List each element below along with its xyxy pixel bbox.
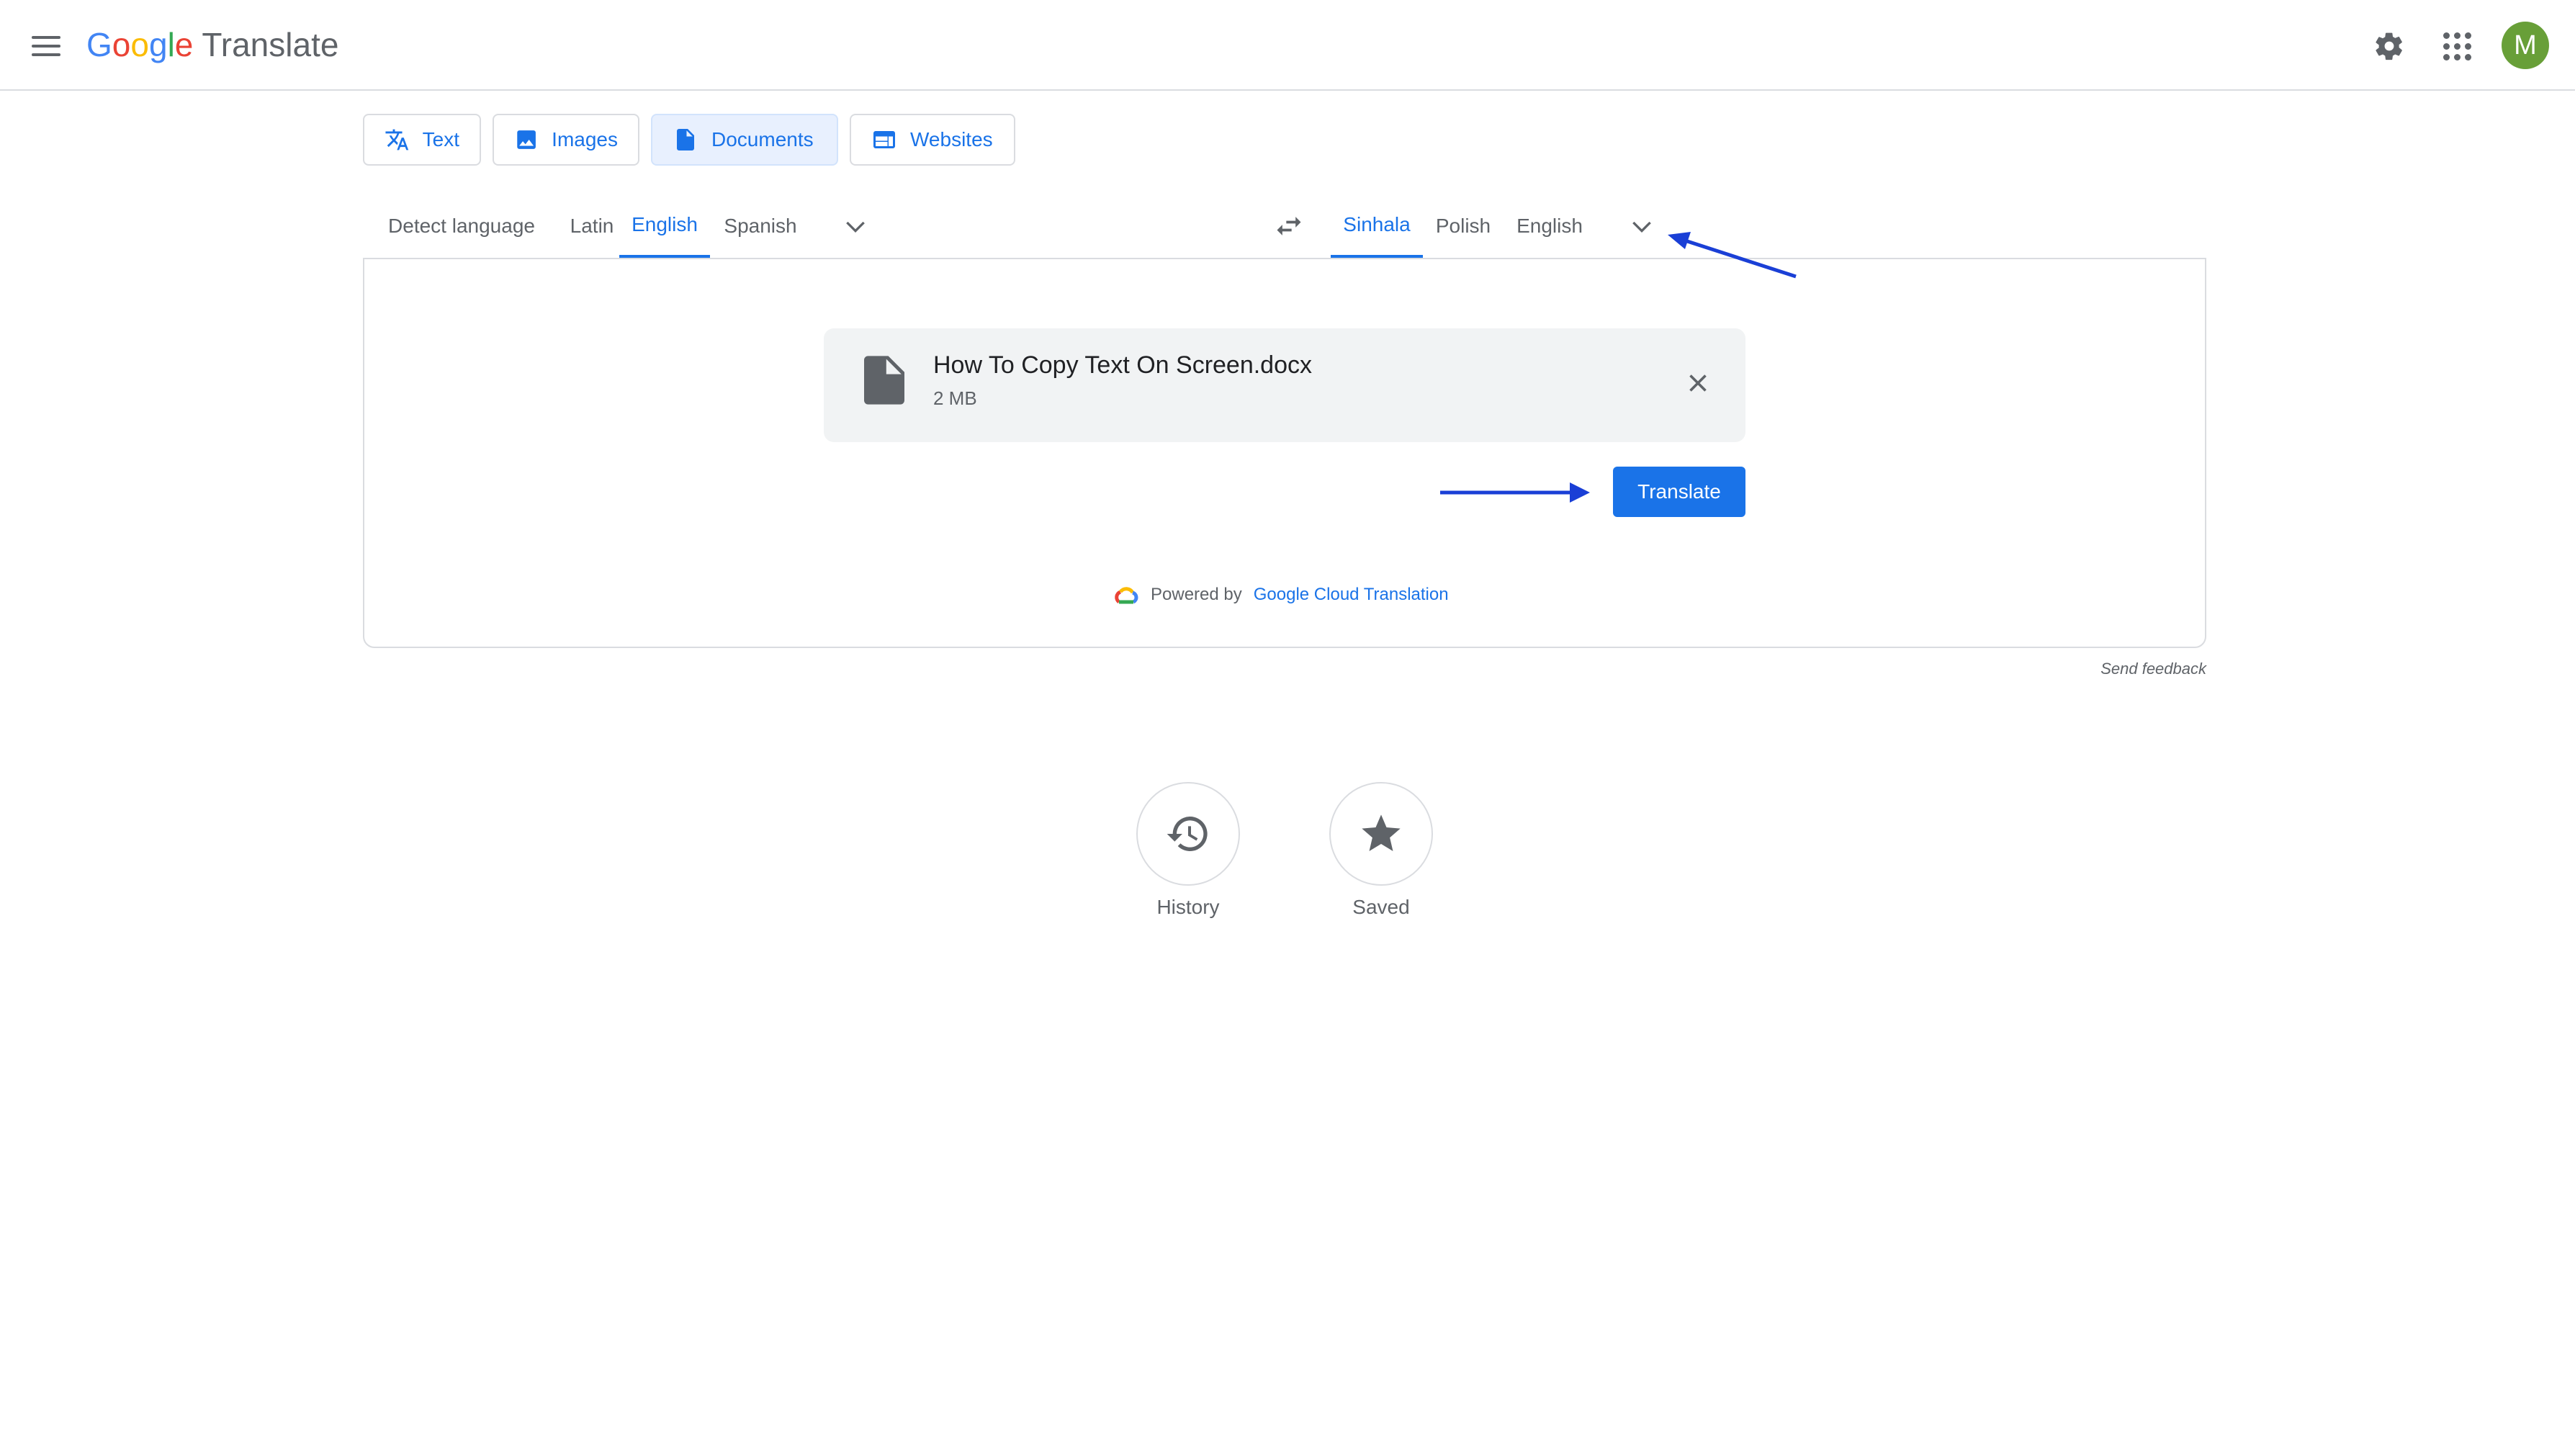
target-lang-english[interactable]: English <box>1506 194 1593 258</box>
source-lang-english[interactable]: English <box>619 194 710 258</box>
tab-images[interactable]: Images <box>493 114 639 166</box>
history-label: History <box>1156 896 1220 918</box>
history-button[interactable] <box>1136 782 1240 886</box>
tab-label: Text <box>422 128 459 150</box>
account-avatar[interactable]: M <box>2502 22 2549 69</box>
google-translate-logo[interactable]: Google Translate <box>86 23 338 66</box>
logo-letter: l <box>167 26 175 63</box>
logo-letter: o <box>112 26 131 63</box>
tab-text[interactable]: Text <box>363 114 481 166</box>
translate-button[interactable]: Translate <box>1613 467 1745 517</box>
image-icon <box>517 130 536 149</box>
top-app-bar: Google Translate M <box>0 0 2575 91</box>
source-more-languages-chevron-down-icon[interactable] <box>835 206 876 246</box>
source-lang-latin[interactable]: Latin <box>554 194 629 258</box>
powered-by: Powered by Google Cloud Translation <box>1113 585 1449 605</box>
target-more-languages-chevron-down-icon[interactable] <box>1622 206 1662 246</box>
logo-letter: g <box>148 26 168 63</box>
swap-languages-icon[interactable] <box>1266 203 1312 249</box>
logo-letter: G <box>86 26 112 63</box>
logo-letter: e <box>174 26 194 63</box>
remove-file-close-icon[interactable] <box>1676 361 1720 405</box>
tab-label: Websites <box>910 128 993 150</box>
target-lang-polish[interactable]: Polish <box>1426 194 1501 258</box>
powered-by-text: Powered by <box>1151 585 1242 604</box>
file-name: How To Copy Text On Screen.docx <box>933 351 1313 379</box>
source-lang-detect[interactable]: Detect language <box>374 194 549 258</box>
uploaded-file-card: How To Copy Text On Screen.docx 2 MB <box>824 328 1745 442</box>
file-size: 2 MB <box>933 387 977 409</box>
tab-documents[interactable]: Documents <box>651 114 838 166</box>
target-lang-sinhala[interactable]: Sinhala <box>1331 194 1423 258</box>
file-icon <box>864 356 904 405</box>
source-lang-spanish[interactable]: Spanish <box>716 194 805 258</box>
saved-label: Saved <box>1352 896 1410 918</box>
tab-label: Images <box>552 128 618 150</box>
translate-icon <box>385 129 409 150</box>
product-name: Translate <box>202 26 339 63</box>
document-icon <box>677 129 694 150</box>
history-icon <box>1167 817 1208 851</box>
saved-button[interactable] <box>1329 782 1433 886</box>
send-feedback-link[interactable]: Send feedback <box>2100 660 2206 678</box>
star-icon <box>1362 814 1401 851</box>
logo-letter: o <box>130 26 149 63</box>
main-menu-icon[interactable] <box>27 27 65 65</box>
tab-websites[interactable]: Websites <box>850 114 1015 166</box>
google-apps-icon[interactable] <box>2435 24 2479 68</box>
tab-label: Documents <box>711 128 814 150</box>
settings-gear-icon[interactable] <box>2368 24 2411 68</box>
google-cloud-translation-link[interactable]: Google Cloud Translation <box>1254 585 1449 605</box>
web-icon <box>873 131 895 148</box>
google-cloud-icon <box>1115 587 1138 604</box>
